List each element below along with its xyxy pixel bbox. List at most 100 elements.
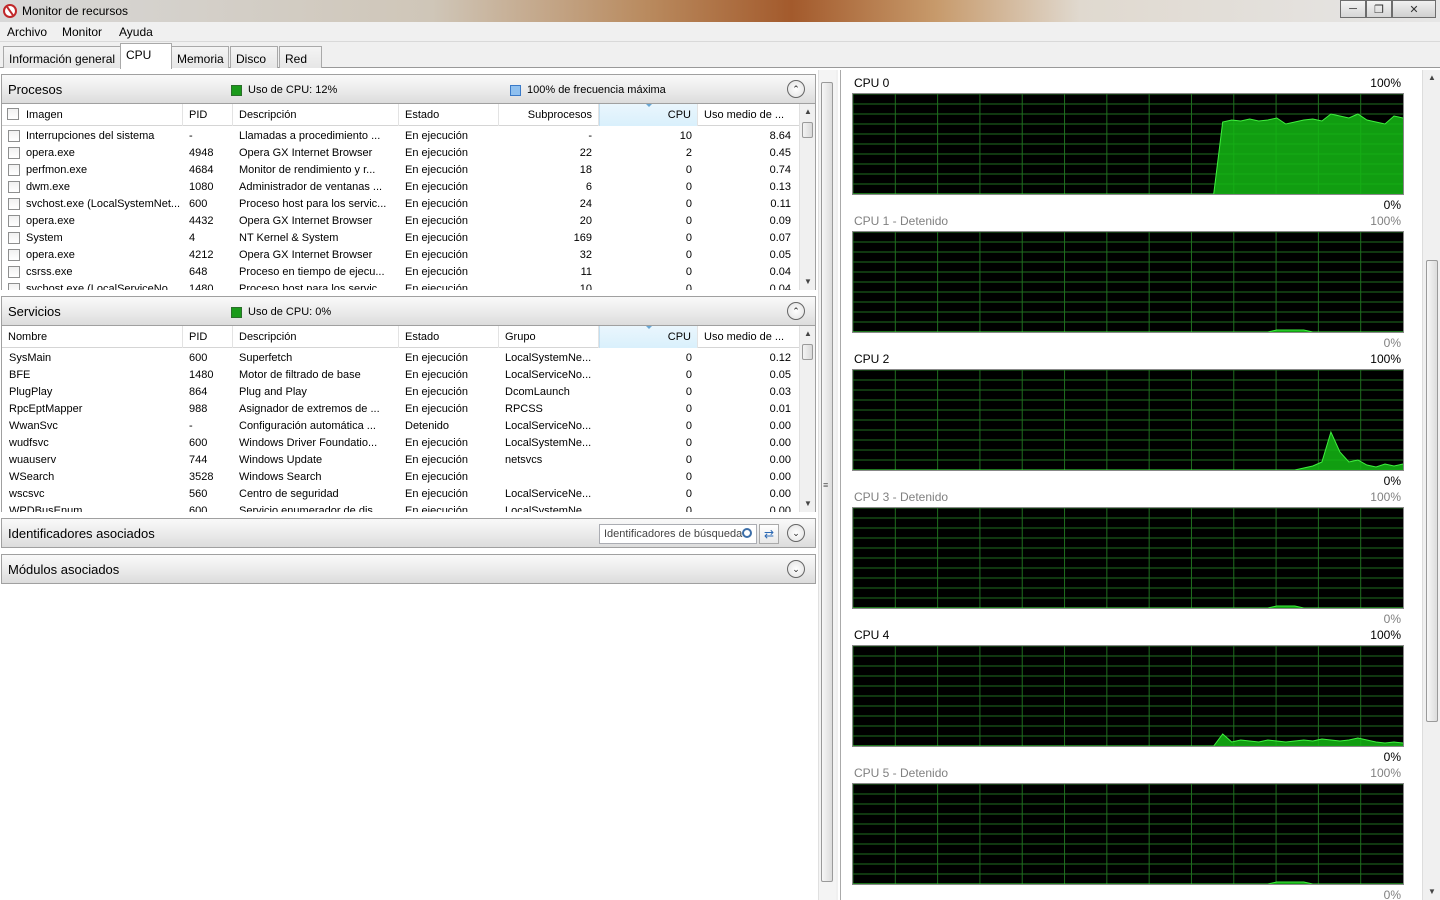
scroll-down-arrow-icon[interactable]: ▼	[1423, 884, 1440, 900]
servicios-scroll-thumb[interactable]	[802, 344, 813, 360]
row-checkbox[interactable]	[8, 130, 20, 142]
col-cpu[interactable]: CPU	[599, 104, 698, 126]
cell-estado: En ejecución	[405, 403, 468, 415]
row-checkbox[interactable]	[8, 249, 20, 261]
procesos-scroll-thumb[interactable]	[802, 122, 813, 138]
scroll-up-arrow-icon[interactable]: ▲	[800, 326, 815, 342]
servicio-row[interactable]: WSearch 3528 Windows Search En ejecución 0 0.…	[2, 469, 801, 486]
servicios-scrollbar[interactable]: ▲ ▼	[799, 326, 815, 512]
tab-informacion-general[interactable]: Información general	[3, 46, 121, 68]
modulos-header[interactable]: Módulos asociados ⌄	[1, 554, 816, 584]
cpu-usage-area	[853, 432, 1403, 470]
servicio-row[interactable]: wudfsvc 600 Windows Driver Foundatio... En …	[2, 435, 801, 452]
col-pid[interactable]: PID	[183, 326, 233, 348]
servicio-row[interactable]: PlugPlay 864 Plug and Play En ejecución Dcom…	[2, 384, 801, 401]
chevron-down-icon[interactable]: ⌄	[787, 560, 805, 578]
proceso-row[interactable]: csrss.exe 648 Proceso en tiempo de ejecu..…	[2, 264, 801, 281]
graphs-scroll-thumb[interactable]	[1426, 260, 1438, 722]
menu-ayuda[interactable]: Ayuda	[119, 25, 153, 39]
col-descripcion[interactable]: Descripción	[233, 104, 399, 126]
proceso-row[interactable]: svchost.exe (LocalServiceNo... 1480 Proces…	[2, 281, 801, 290]
servicio-row[interactable]: WPDBusEnum 600 Servicio enumerador de dis.…	[2, 503, 801, 512]
scroll-up-arrow-icon[interactable]: ▲	[800, 104, 815, 120]
proceso-row[interactable]: System 4 NT Kernel & System En ejecución 169…	[2, 230, 801, 247]
menu-monitor[interactable]: Monitor	[62, 25, 102, 39]
row-checkbox[interactable]	[8, 266, 20, 278]
col-uso-medio[interactable]: Uso medio de ...	[698, 326, 801, 348]
graphs-scrollbar[interactable]: ▲ ▼	[1422, 70, 1440, 900]
chevron-up-icon[interactable]: ⌃	[787, 80, 805, 98]
servicio-row[interactable]: SysMain 600 Superfetch En ejecución LocalSys…	[2, 350, 801, 367]
minimize-button[interactable]: ─	[1340, 0, 1366, 18]
cell-descripcion: Monitor de rendimiento y r...	[239, 164, 376, 176]
row-checkbox[interactable]	[8, 164, 20, 176]
proceso-row[interactable]: opera.exe 4948 Opera GX Internet Browser En…	[2, 145, 801, 162]
servicio-row[interactable]: BFE 1480 Motor de filtrado de base En ejecu…	[2, 367, 801, 384]
col-nombre[interactable]: Nombre	[2, 326, 183, 348]
col-estado[interactable]: Estado	[399, 104, 499, 126]
cpu-usage-graph	[852, 507, 1404, 609]
identificadores-search-input[interactable]: Identificadores de búsqueda	[599, 524, 757, 544]
cell-uso-medio: 0.00	[769, 420, 791, 432]
chevron-down-icon[interactable]: ⌄	[787, 524, 805, 542]
proceso-row[interactable]: opera.exe 4212 Opera GX Internet Browser En…	[2, 247, 801, 264]
cell-imagen: opera.exe	[26, 215, 75, 227]
chevron-up-icon[interactable]: ⌃	[787, 302, 805, 320]
col-uso-medio[interactable]: Uso medio de ...	[698, 104, 801, 126]
col-estado[interactable]: Estado	[399, 326, 499, 348]
close-button[interactable]: ✕	[1392, 0, 1436, 18]
cell-nombre: PlugPlay	[9, 386, 53, 398]
cpu-max-label: 100%	[1370, 214, 1401, 228]
menu-archivo[interactable]: Archivo	[7, 25, 47, 39]
proceso-row[interactable]: perfmon.exe 4684 Monitor de rendimiento y …	[2, 162, 801, 179]
col-pid[interactable]: PID	[183, 104, 233, 126]
proceso-row[interactable]: dwm.exe 1080 Administrador de ventanas ...…	[2, 179, 801, 196]
cpu-usage-graph	[852, 645, 1404, 747]
servicio-row[interactable]: wscsvc 560 Centro de seguridad En ejecución…	[2, 486, 801, 503]
scroll-down-arrow-icon[interactable]: ▼	[800, 274, 815, 290]
col-imagen[interactable]: Imagen	[2, 104, 183, 126]
col-cpu[interactable]: CPU	[599, 326, 698, 348]
tab-memoria[interactable]: Memoria	[171, 46, 229, 68]
scroll-up-arrow-icon[interactable]: ▲	[1423, 70, 1440, 86]
cell-uso-medio: 0.05	[769, 249, 791, 261]
row-checkbox[interactable]	[8, 232, 20, 244]
frequency-swatch	[510, 84, 521, 96]
scroll-down-arrow-icon[interactable]: ▼	[800, 496, 815, 512]
maximize-button[interactable]: ❐	[1366, 0, 1392, 18]
identificadores-header[interactable]: Identificadores asociados Identificadore…	[1, 518, 816, 548]
proceso-row[interactable]: opera.exe 4432 Opera GX Internet Browser En…	[2, 213, 801, 230]
servicio-row[interactable]: RpcEptMapper 988 Asignador de extremos de …	[2, 401, 801, 418]
servicio-row[interactable]: wuauserv 744 Windows Update En ejecución net…	[2, 452, 801, 469]
pane-splitter[interactable]: ≡	[818, 70, 838, 900]
cell-pid: 1480	[189, 283, 214, 290]
row-checkbox[interactable]	[8, 147, 20, 159]
row-checkbox[interactable]	[8, 198, 20, 210]
col-descripcion[interactable]: Descripción	[233, 326, 399, 348]
tab-red[interactable]: Red	[279, 46, 322, 68]
cell-descripcion: Windows Driver Foundatio...	[239, 437, 378, 449]
row-checkbox[interactable]	[8, 215, 20, 227]
cell-cpu: 0	[685, 369, 692, 381]
cell-descripcion: Asignador de extremos de ...	[239, 403, 380, 415]
col-subprocesos[interactable]: Subprocesos	[499, 104, 599, 126]
cell-grupo: LocalSystemNe...	[505, 352, 592, 364]
proceso-row[interactable]: Interrupciones del sistema - Llamadas a pr…	[2, 128, 801, 145]
splitter-grip-icon[interactable]: ≡	[823, 480, 829, 490]
row-checkbox[interactable]	[8, 283, 20, 290]
servicios-header[interactable]: Servicios Uso de CPU: 0% ⌃	[1, 296, 816, 326]
col-grupo[interactable]: Grupo	[499, 326, 599, 348]
row-checkbox[interactable]	[8, 181, 20, 193]
tab-cpu[interactable]: CPU	[120, 43, 172, 69]
search-icon[interactable]	[742, 528, 752, 538]
servicio-row[interactable]: WwanSvc - Configuración automática ... Dete…	[2, 418, 801, 435]
tab-disco[interactable]: Disco	[230, 46, 278, 68]
procesos-header[interactable]: Procesos Uso de CPU: 12% 100% de frecuen…	[1, 74, 816, 104]
procesos-scrollbar[interactable]: ▲ ▼	[799, 104, 815, 290]
proceso-row[interactable]: svchost.exe (LocalSystemNet... 600 Proceso…	[2, 196, 801, 213]
cell-pid: 4684	[189, 164, 214, 176]
refresh-icon[interactable]: ⇄	[759, 524, 779, 544]
cpu-max-label: 100%	[1370, 628, 1401, 642]
select-all-checkbox[interactable]	[7, 108, 19, 120]
cell-subprocesos: 6	[585, 181, 592, 193]
